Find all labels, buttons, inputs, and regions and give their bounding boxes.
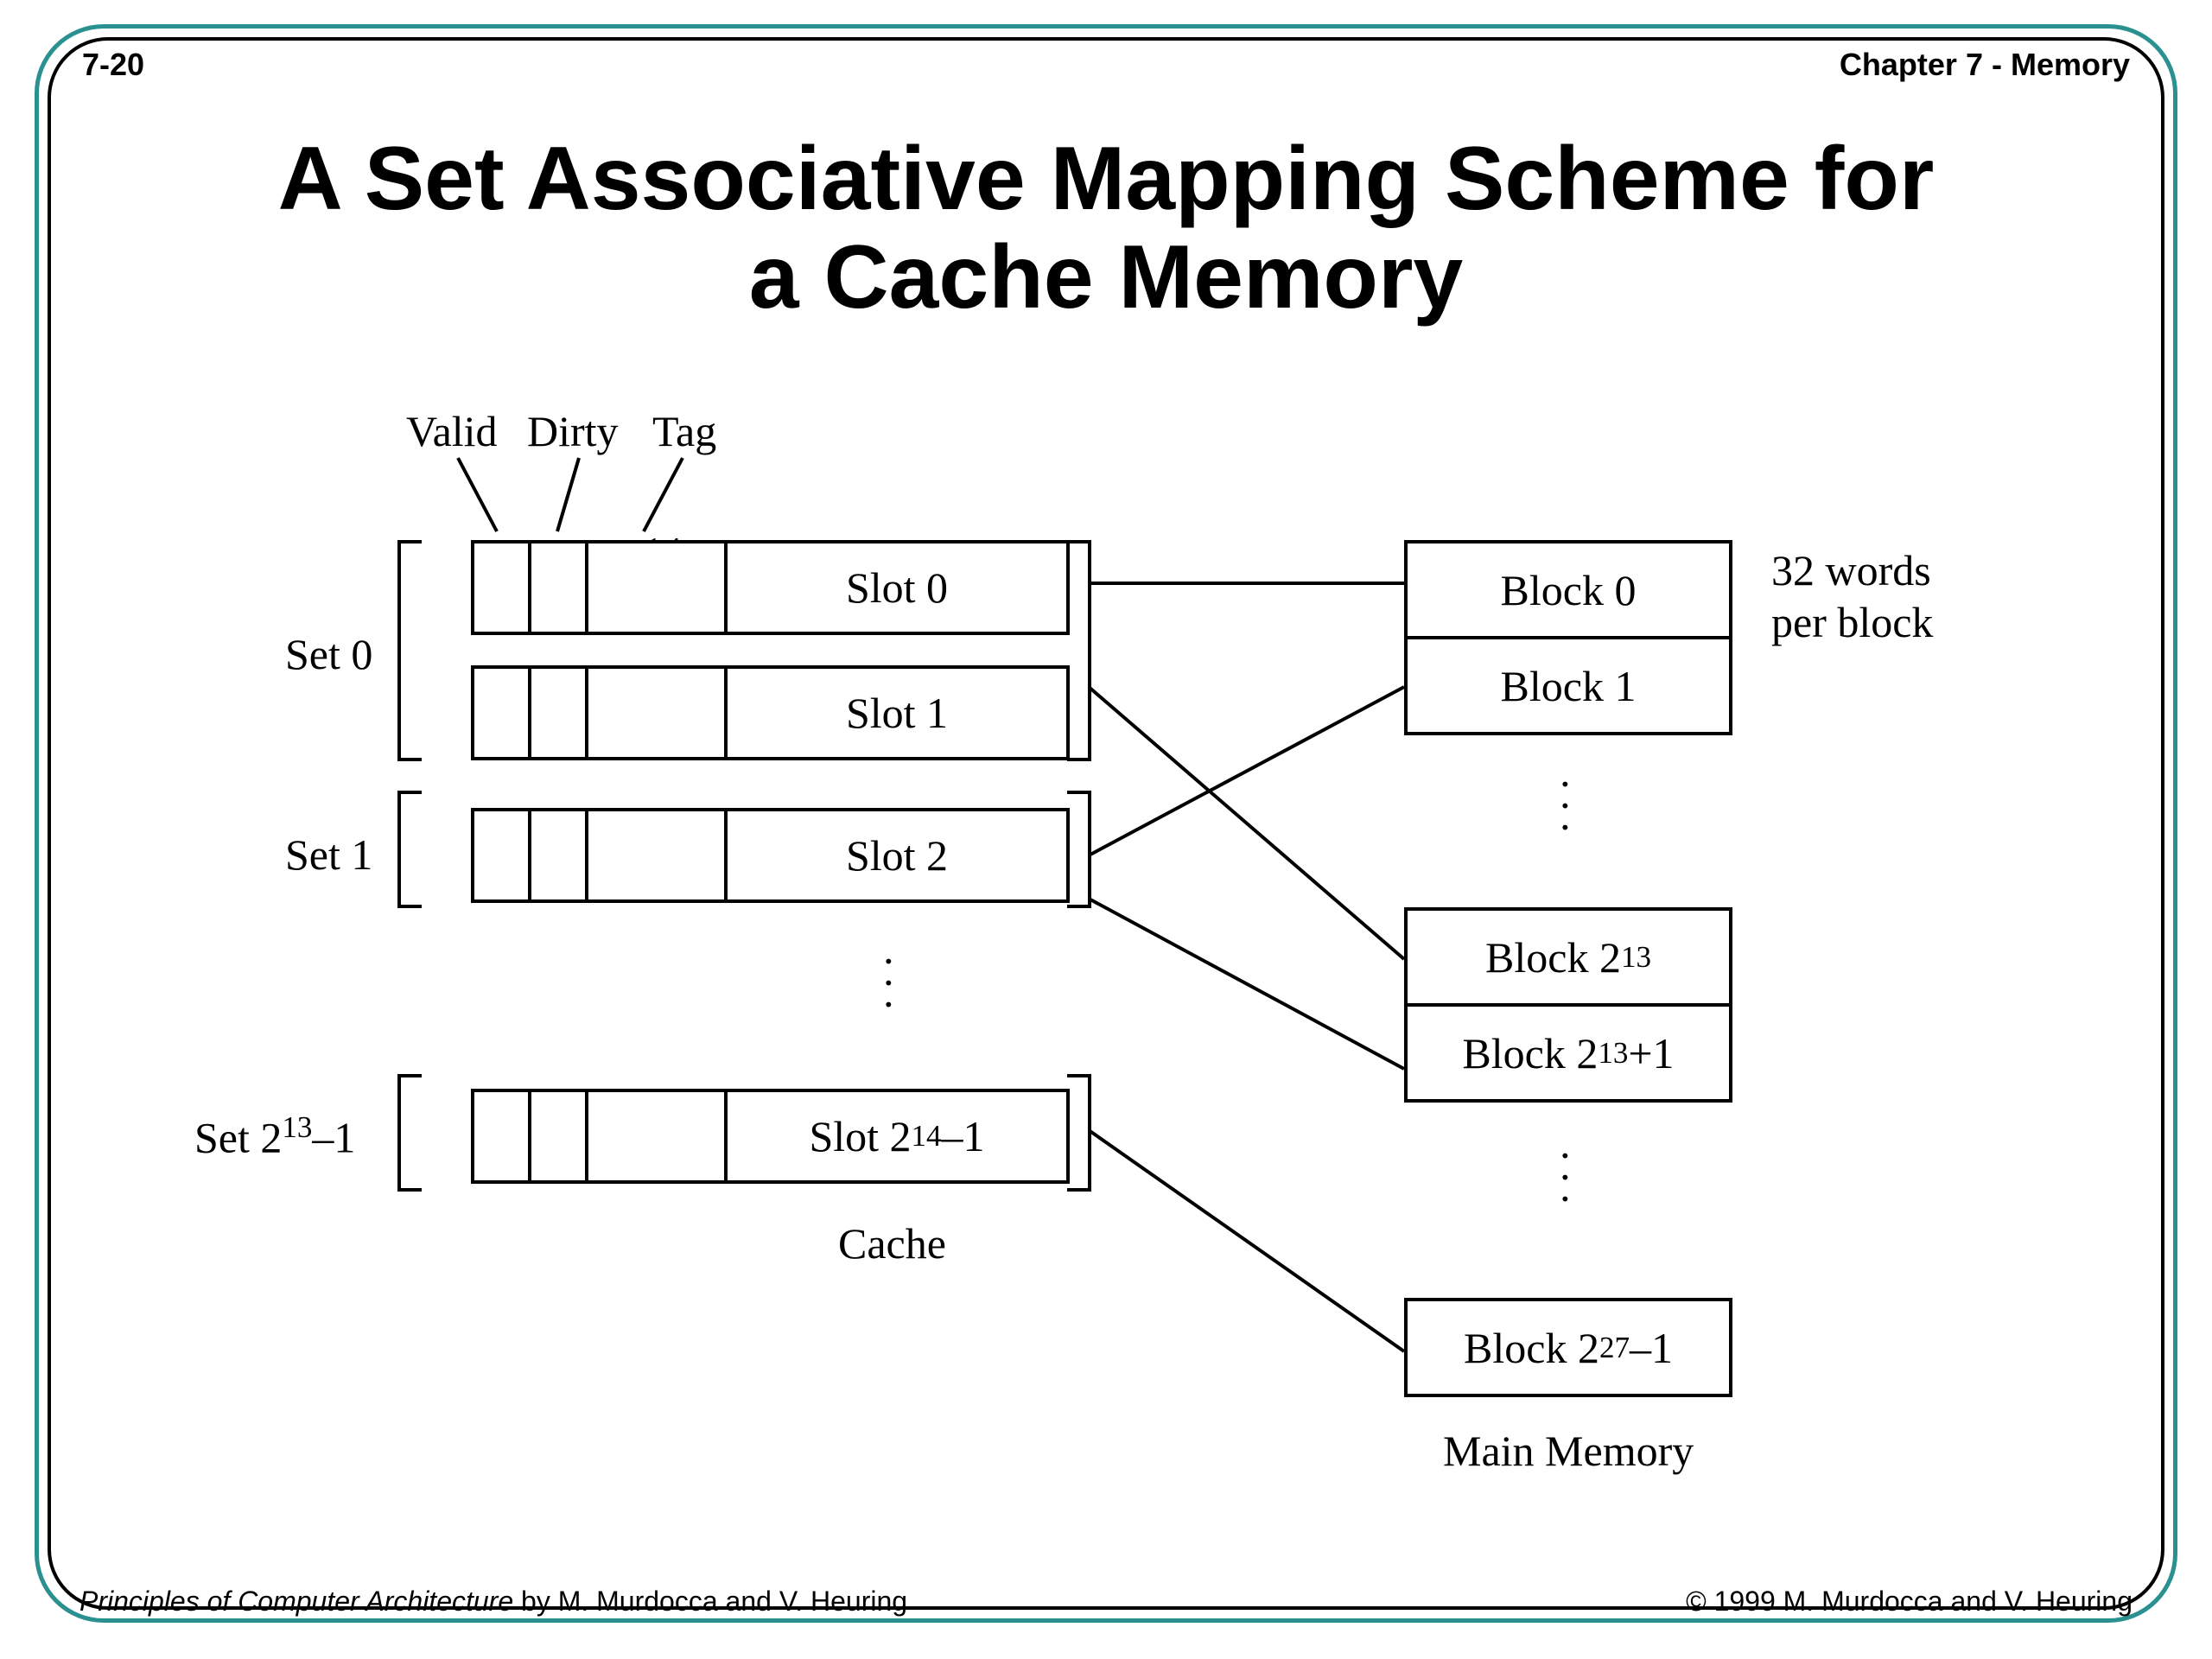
footer-copyright: © 1999 M. Murdocca and V. Heuring <box>1686 1586 2133 1618</box>
footer-citation: Principles of Computer Architecture by M… <box>79 1586 907 1618</box>
set0-bracket <box>397 540 422 761</box>
valid-bit-2 <box>471 808 531 903</box>
tag-1 <box>585 665 728 760</box>
block-1: Block 1 <box>1404 636 1732 735</box>
mem-vdots-1: ··· <box>1558 773 1573 838</box>
setlast-bracket-right <box>1067 1074 1091 1192</box>
dirty-bit-1 <box>528 665 588 760</box>
block-last: Block 227–1 <box>1404 1298 1732 1397</box>
set0-label: Set 0 <box>285 629 372 679</box>
valid-bit-last <box>471 1089 531 1184</box>
dirty-bit-0 <box>528 540 588 635</box>
setlast-label: Set 213–1 <box>194 1110 355 1163</box>
slot-0: Slot 0 <box>724 540 1070 635</box>
tag-2 <box>585 808 728 903</box>
set1-bracket <box>397 791 422 908</box>
valid-bit-0 <box>471 540 531 635</box>
title-line-1: A Set Associative Mapping Scheme for <box>278 129 1935 229</box>
tag-last <box>585 1089 728 1184</box>
words-per-block-note: 32 words per block <box>1771 544 1933 648</box>
chapter-label: Chapter 7 - Memory <box>1840 47 2130 83</box>
tag-label: Tag <box>652 406 716 456</box>
title-line-2: a Cache Memory <box>749 227 1464 327</box>
main-memory-label: Main Memory <box>1443 1426 1694 1476</box>
set1-bracket-right <box>1067 791 1091 908</box>
mem-vdots-2: ··· <box>1558 1145 1573 1210</box>
cache-vdots: ··· <box>881 950 896 1015</box>
block-2-13-plus-1: Block 213+1 <box>1404 1003 1732 1103</box>
diagram-lines <box>173 406 2039 1512</box>
slot-2: Slot 2 <box>724 808 1070 903</box>
block-2-13: Block 213 <box>1404 907 1732 1007</box>
cache-label: Cache <box>838 1218 946 1268</box>
book-title: Principles of Computer Architecture <box>79 1586 513 1617</box>
valid-label: Valid <box>406 406 498 456</box>
tag-0 <box>585 540 728 635</box>
set0-bracket-right <box>1067 540 1091 761</box>
dirty-bit-2 <box>528 808 588 903</box>
slot-1: Slot 1 <box>724 665 1070 760</box>
by-authors: by M. Murdocca and V. Heuring <box>513 1586 907 1617</box>
page-number: 7-20 <box>82 47 144 83</box>
block-0: Block 0 <box>1404 540 1732 639</box>
set1-label: Set 1 <box>285 830 372 880</box>
page-title: A Set Associative Mapping Scheme for a C… <box>0 130 2212 327</box>
diagram: Valid Dirty Tag 14 Set 0 Set 1 Set 213–1 <box>173 406 2039 1512</box>
setlast-bracket <box>397 1074 422 1192</box>
dirty-label: Dirty <box>527 406 619 456</box>
dirty-bit-last <box>528 1089 588 1184</box>
slot-last: Slot 214–1 <box>724 1089 1070 1184</box>
valid-bit-1 <box>471 665 531 760</box>
